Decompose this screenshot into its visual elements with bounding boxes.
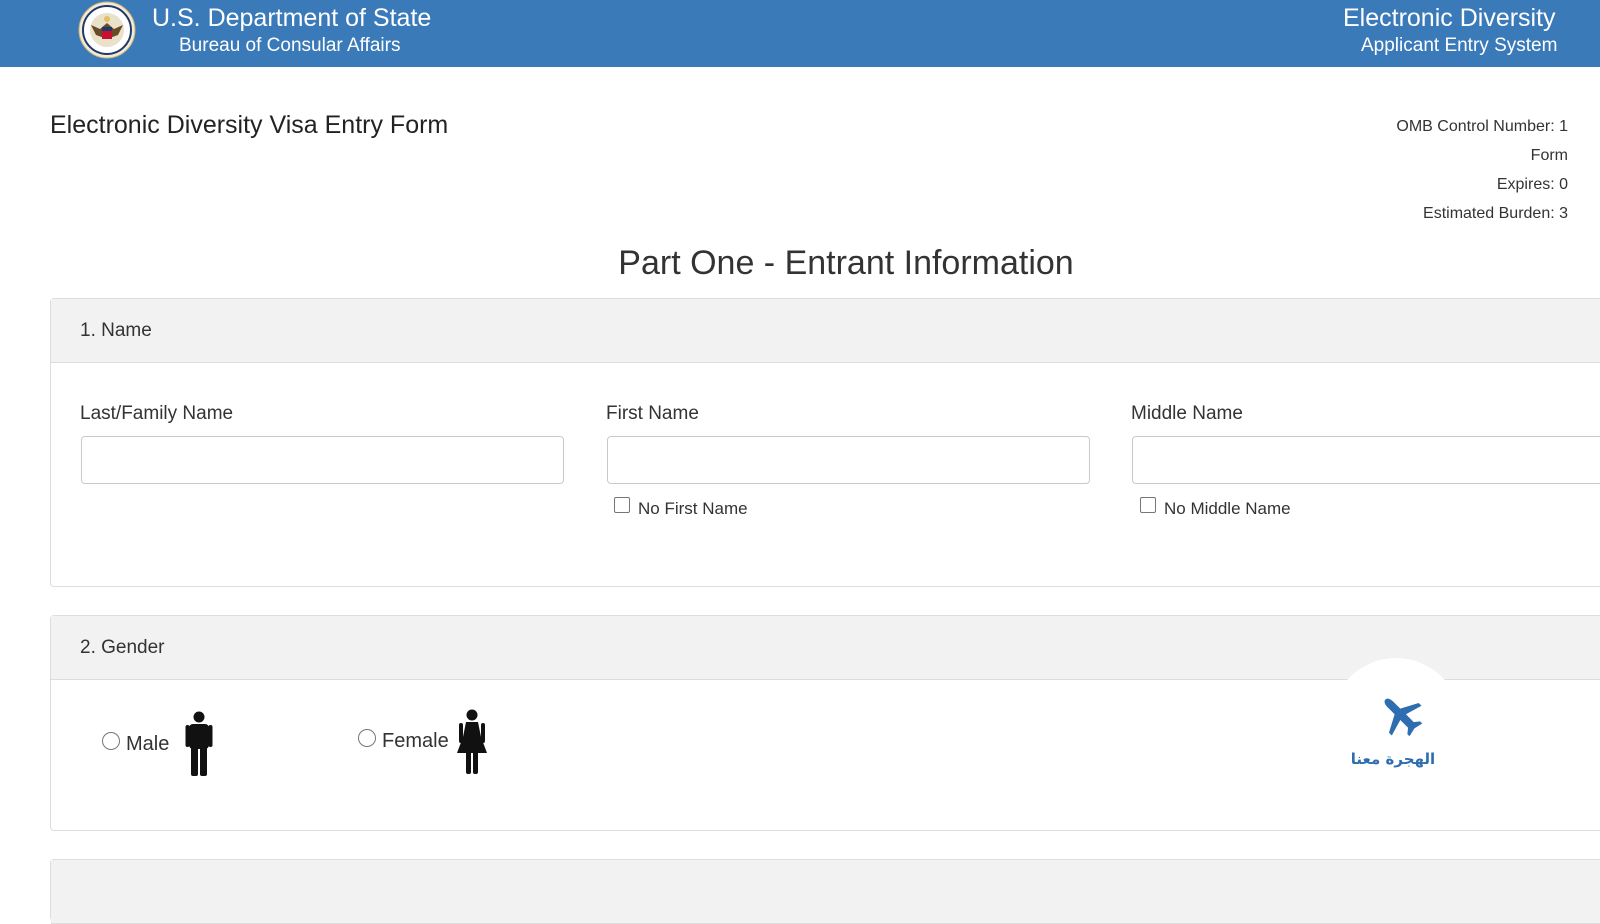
last-name-label: Last/Family Name: [80, 403, 234, 424]
name-heading: 1. Name: [80, 320, 152, 341]
first-name-input[interactable]: [607, 436, 1090, 484]
first-name-label: First Name: [606, 403, 699, 424]
part-title: Part One - Entrant Information: [618, 244, 1074, 282]
no-first-name-label: No First Name: [638, 499, 748, 518]
middle-name-input[interactable]: [1132, 436, 1600, 484]
bureau-subtitle: Bureau of Consular Affairs: [179, 35, 401, 56]
male-figure-icon: [185, 711, 213, 782]
system-title: Electronic Diversity: [1343, 4, 1556, 32]
no-middle-name-checkbox[interactable]: [1140, 497, 1156, 513]
omb-control-number: OMB Control Number: 1: [1396, 118, 1568, 135]
name-panel: 1. Name Last/Family Name First Name No F…: [50, 298, 1600, 587]
next-panel: [50, 859, 1600, 924]
department-title: U.S. Department of State: [152, 4, 432, 32]
system-subtitle: Applicant Entry System: [1361, 35, 1558, 56]
female-radio[interactable]: [358, 729, 376, 747]
middle-name-label: Middle Name: [1131, 403, 1243, 424]
omb-estimated-burden: Estimated Burden: 3: [1423, 205, 1568, 222]
watermark-text: الهجرة معنا: [1350, 750, 1436, 768]
male-label: Male: [126, 733, 170, 755]
no-middle-name-label: No Middle Name: [1164, 499, 1291, 518]
omb-form: Form: [1530, 147, 1568, 164]
department-seal-icon: [78, 1, 136, 59]
form-title: Electronic Diversity Visa Entry Form: [50, 111, 449, 139]
airplane-icon: [1376, 691, 1426, 744]
female-figure-icon: [456, 709, 488, 780]
omb-expires: Expires: 0: [1496, 176, 1568, 193]
gender-heading: 2. Gender: [80, 637, 165, 658]
no-first-name-checkbox[interactable]: [614, 497, 630, 513]
name-panel-heading: 1. Name: [51, 299, 1600, 363]
last-name-input[interactable]: [81, 436, 564, 484]
female-label: Female: [382, 730, 449, 752]
watermark-badge: الهجرة معنا: [1331, 658, 1461, 783]
site-header: U.S. Department of State Bureau of Consu…: [0, 0, 1600, 67]
male-radio[interactable]: [102, 732, 120, 750]
next-panel-heading: [51, 860, 1600, 924]
